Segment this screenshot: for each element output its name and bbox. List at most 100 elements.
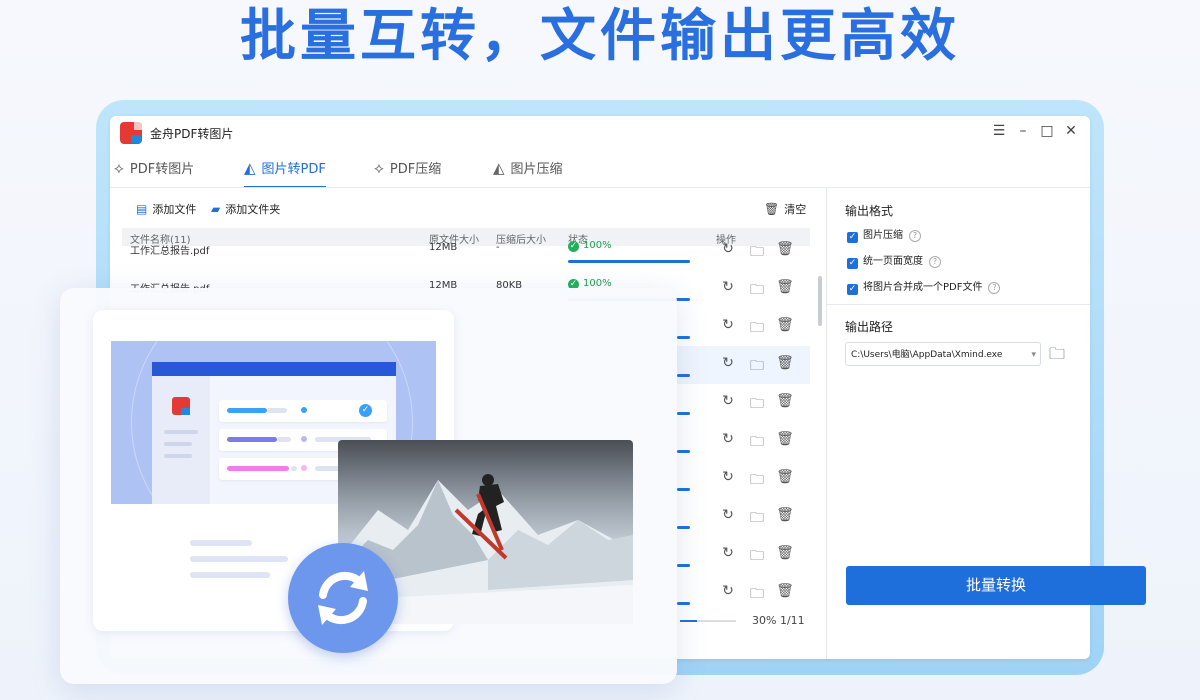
tab-pdf-compress[interactable]: ⟡ PDF压缩 [374,158,441,188]
trash-icon[interactable]: 🗑 [776,507,794,523]
clear-button[interactable]: 🗑 清空 [764,201,806,217]
file-toolbar: ▤ 添加文件 ▰ 添加文件夹 🗑 清空 [122,188,826,228]
progress-fill [680,620,697,622]
output-path-title: 输出路径 [845,320,894,334]
progress-bar [680,620,736,622]
trash-icon[interactable]: 🗑 [776,431,794,447]
status-badge: ✓ 100% [568,240,612,252]
refresh-icon[interactable]: ↻ [719,431,737,447]
status-progress-bar [677,526,690,529]
add-file-icon: ▤ [136,202,148,216]
folder-icon[interactable]: 🗀 [748,431,766,455]
close-icon[interactable]: ✕ [1062,123,1080,139]
table-row[interactable]: 工作汇总报告.pdf 12MB - ✓ 100% ↻ 🗀 🗑 [122,232,810,270]
folder-icon[interactable]: 🗀 [748,317,766,341]
folder-icon[interactable]: 🗀 [748,583,766,607]
add-folder-label: 添加文件夹 [225,203,281,216]
tab-image-to-pdf[interactable]: ◭ 图片转PDF [244,158,326,188]
trash-icon[interactable]: 🗑 [776,469,794,485]
help-icon[interactable]: ? [909,230,921,242]
folder-icon[interactable]: 🗀 [748,279,766,303]
tab-label: 图片压缩 [510,162,563,177]
tab-label: PDF转图片 [129,162,195,177]
output-format-title: 输出格式 [845,204,894,218]
folder-icon[interactable]: 🗀 [748,393,766,417]
folder-icon[interactable]: 🗀 [748,355,766,379]
app-logo-icon [120,122,142,144]
trash-icon[interactable]: 🗑 [776,545,794,561]
tab-image-compress[interactable]: ◭ 图片压缩 [493,158,563,188]
clear-label: 清空 [784,203,807,216]
help-icon[interactable]: ? [988,282,1001,294]
trash-icon: 🗑 [764,202,780,216]
status-progress-bar [677,450,690,453]
option-label: 图片压缩 [863,230,903,241]
settings-divider [827,304,1090,305]
add-file-label: 添加文件 [152,203,197,216]
status-progress-bar [677,412,690,415]
placeholder-line [190,556,288,562]
title-bar: 金舟PDF转图片 ☰ – □ ✕ [110,116,1090,150]
maximize-icon[interactable]: □ [1038,123,1056,139]
add-file-button[interactable]: ▤ 添加文件 [136,201,196,217]
file-name: 工作汇总报告.pdf [130,246,210,257]
minimize-icon[interactable]: – [1014,123,1032,139]
trash-icon[interactable]: 🗑 [776,355,794,371]
refresh-icon[interactable]: ↻ [719,469,737,485]
refresh-icon[interactable]: ↻ [719,241,737,257]
tab-label: PDF压缩 [389,162,442,177]
status-progress-bar [568,260,690,263]
placeholder-line [190,572,270,578]
option-label: 将图片合并成一个PDF文件 [863,282,983,293]
refresh-icon[interactable]: ↻ [719,507,737,523]
add-folder-button[interactable]: ▰ 添加文件夹 [211,201,280,217]
mini-sidebar-line [164,454,192,458]
app-title: 金舟PDF转图片 [150,127,234,141]
refresh-icon[interactable]: ↻ [719,393,737,409]
refresh-icon[interactable]: ↻ [719,583,737,599]
output-path-value: C:\Users\电脑\AppData\Xmind.exe [851,350,1003,360]
mini-sidebar-line [164,442,192,446]
status-progress-bar [677,564,690,567]
trash-icon[interactable]: 🗑 [776,317,794,333]
success-icon: ✓ [568,241,579,252]
trash-icon[interactable]: 🗑 [776,279,794,295]
folder-icon[interactable]: 🗀 [748,241,766,265]
option-merge-pdf[interactable]: ✓ 将图片合并成一个PDF文件? [847,278,1001,295]
folder-icon[interactable]: 🗀 [748,545,766,569]
option-label: 统一页面宽度 [863,256,923,267]
status-progress-bar [677,488,690,491]
open-folder-icon[interactable]: 🗀 [1049,343,1065,370]
option-image-compress[interactable]: ✓ 图片压缩? [847,226,921,243]
status-text: 100% [583,240,612,251]
headline: 批量互转，文件输出更高效 [240,4,960,69]
status-progress-bar [677,374,690,377]
pdf-icon: ⟡ [114,159,124,177]
sync-icon [288,543,398,653]
checkbox-icon: ✓ [847,258,858,269]
tab-pdf-to-image[interactable]: ⟡ PDF转图片 [114,158,194,188]
help-icon[interactable]: ? [929,256,941,268]
scrollbar[interactable] [818,276,822,326]
option-uniform-width[interactable]: ✓ 统一页面宽度? [847,252,941,269]
pdf-compress-icon: ⟡ [374,159,384,177]
mini-sidebar [152,376,210,504]
output-path-field[interactable]: C:\Users\电脑\AppData\Xmind.exe ▾ [845,342,1041,366]
folder-icon[interactable]: 🗀 [748,507,766,531]
tab-bar: ⟡ PDF转图片 ◭ 图片转PDF ⟡ PDF压缩 ◭ 图片压缩 [110,150,1090,188]
menu-icon[interactable]: ☰ [990,123,1008,139]
original-size: 12MB [429,242,458,253]
status-progress-bar [677,602,690,605]
folder-icon[interactable]: 🗀 [748,469,766,493]
trash-icon[interactable]: 🗑 [776,393,794,409]
refresh-icon[interactable]: ↻ [719,355,737,371]
placeholder-line [190,540,252,546]
refresh-icon[interactable]: ↻ [719,545,737,561]
refresh-icon[interactable]: ↻ [719,317,737,333]
mini-app-logo-icon [172,397,190,415]
batch-convert-button[interactable]: 批量转换 [846,566,1146,605]
refresh-icon[interactable]: ↻ [719,279,737,295]
trash-icon[interactable]: 🗑 [776,241,794,257]
status-progress-bar [677,336,690,339]
trash-icon[interactable]: 🗑 [776,583,794,599]
